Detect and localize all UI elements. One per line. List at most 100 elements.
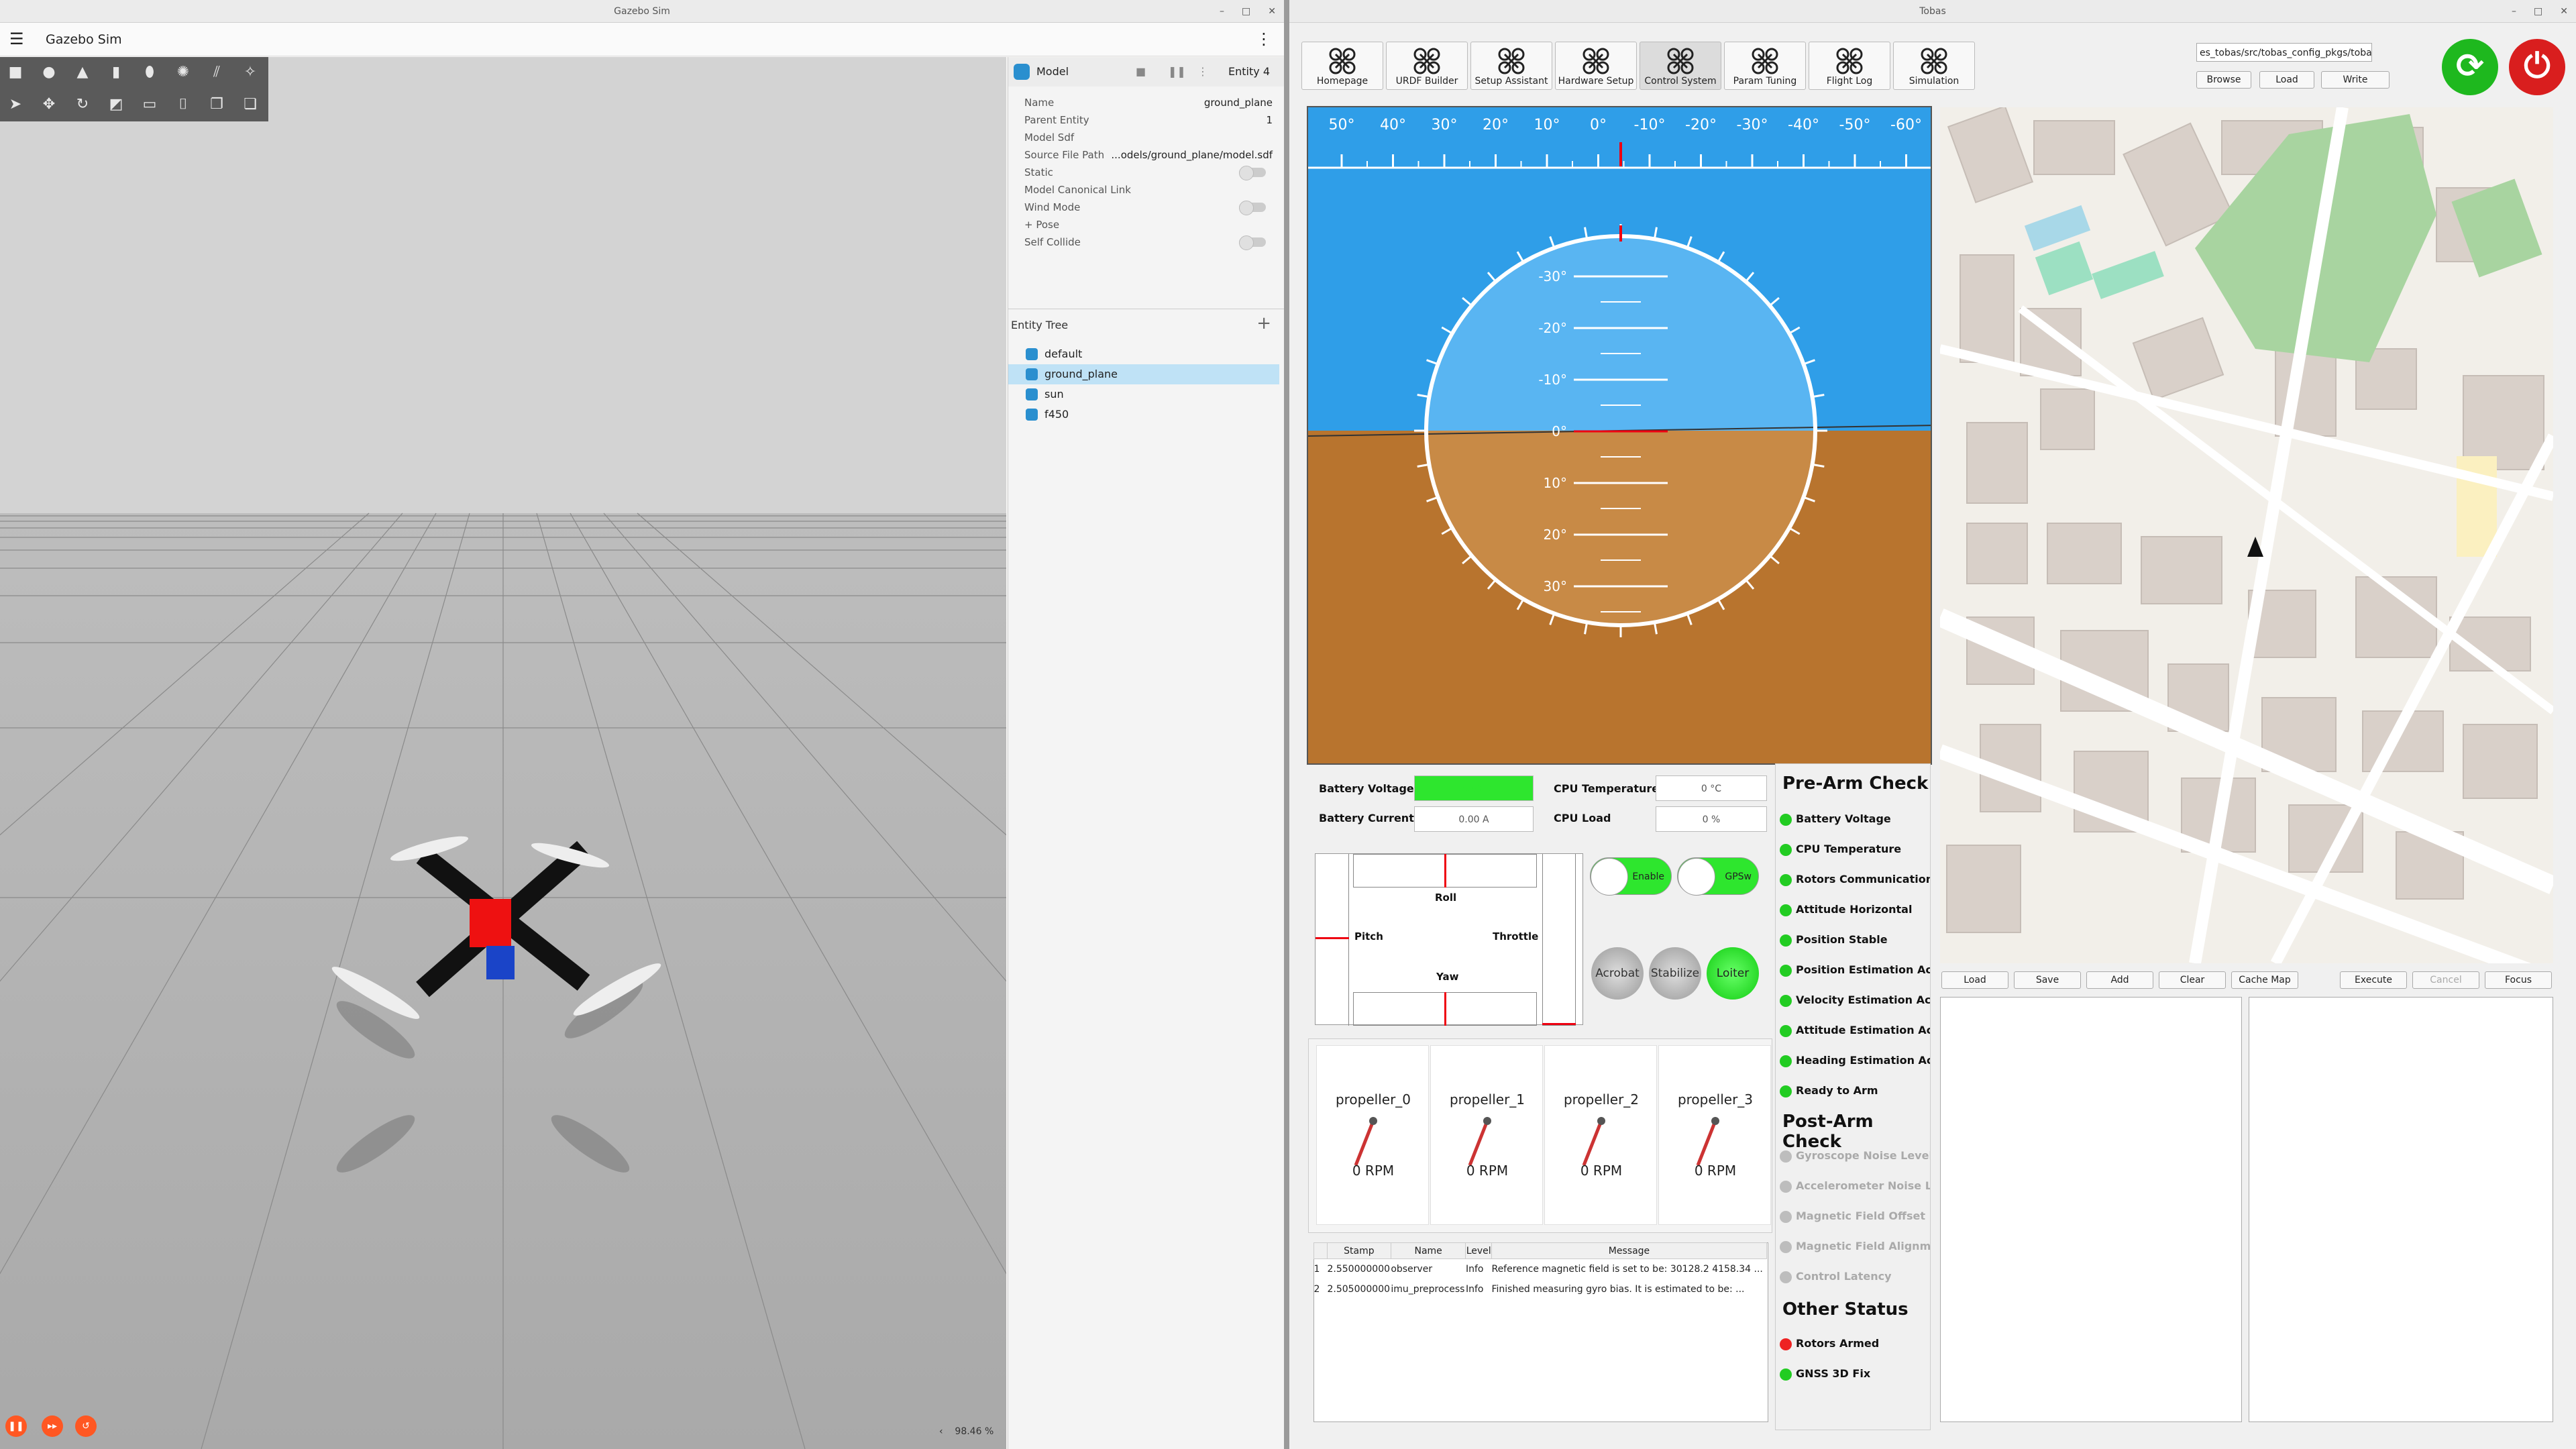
tab-flight-log[interactable]: Flight Log <box>1809 42 1890 90</box>
table-row[interactable]: 2 2.505000000 imu_preprocess Info Finished m… <box>1314 1279 1767 1299</box>
log-header[interactable]: Message <box>1491 1242 1768 1259</box>
tab-param-tuning[interactable]: Param Tuning <box>1724 42 1806 90</box>
drone-model[interactable] <box>328 832 665 1025</box>
pause-inspector-icon[interactable]: ❚❚ <box>1168 65 1186 78</box>
propeller-name: propeller_1 <box>1449 1091 1525 1108</box>
status-check-item: Magnetic Field Offset <box>1776 1204 1930 1228</box>
entity-tree-item[interactable]: f450 <box>1008 405 1279 425</box>
shutdown-power-icon[interactable]: ⏻ <box>2509 39 2565 95</box>
mode-acrobat[interactable]: Acrobat <box>1591 947 1644 1000</box>
map-clear-button[interactable]: Clear <box>2159 971 2226 989</box>
inspector-toggle[interactable] <box>1239 166 1266 180</box>
table-row[interactable]: 1 2.550000000 observer Info Reference magnet… <box>1314 1259 1767 1279</box>
window-splitter[interactable] <box>1284 0 1289 1449</box>
heading-label: -10° <box>1633 117 1666 133</box>
waypoint-list[interactable] <box>1940 997 2242 1422</box>
enable-toggle-label: Enable <box>1632 871 1664 882</box>
rotate-icon[interactable]: ↻ <box>74 96 91 113</box>
mode-stabilize[interactable]: Stabilize <box>1649 947 1701 1000</box>
pause-icon[interactable]: ❚❚ <box>5 1415 27 1437</box>
close-icon[interactable]: ✕ <box>1268 0 1276 23</box>
step-icon[interactable]: ▸▸ <box>42 1415 63 1437</box>
cylinder-icon[interactable]: ▮ <box>107 64 125 81</box>
minimize-icon[interactable]: – <box>1220 0 1224 23</box>
add-entity-icon[interactable]: + <box>1256 313 1271 333</box>
enable-toggle[interactable]: Enable <box>1590 857 1672 896</box>
hamburger-menu-icon[interactable]: ☰ <box>9 31 24 47</box>
rtf-arrow[interactable]: ‹ <box>939 1426 943 1437</box>
gpsw-toggle[interactable]: GPSw <box>1677 857 1759 896</box>
status-check-item: Ready to Arm <box>1776 1079 1930 1103</box>
tab-homepage[interactable]: Homepage <box>1301 42 1383 90</box>
view-angle-icon[interactable]: ▭ <box>141 96 158 113</box>
3d-scene-view[interactable]: ■ ● ▲ ▮ ⬮ ✺ ⫽ ✧ ➤ ✥ ↻ ◩ ▭ ⌷ ❐ ❏ ❚❚ ▸▸ ↺ … <box>0 57 1006 1449</box>
tab-urdf-builder[interactable]: URDF Builder <box>1386 42 1468 90</box>
maximize-icon[interactable]: □ <box>1242 0 1250 23</box>
sphere-icon[interactable]: ● <box>40 64 58 81</box>
log-cell-msg: Reference magnetic field is set to be: 3… <box>1491 1263 1763 1275</box>
log-header[interactable]: Level <box>1465 1242 1492 1259</box>
inspector-prop-label: Model Canonical Link <box>1024 184 1131 196</box>
screenshot-icon[interactable]: ⌷ <box>174 96 192 113</box>
inspector-toggle[interactable] <box>1239 201 1266 215</box>
log-cell-level: Info <box>1465 1283 1484 1295</box>
box-icon[interactable]: ■ <box>7 64 24 81</box>
spot-light-icon[interactable]: ✧ <box>241 64 259 81</box>
map-cancel-button[interactable]: Cancel <box>2412 971 2479 989</box>
directional-light-icon[interactable]: ⫽ <box>208 64 225 81</box>
map-load-button[interactable]: Load <box>1941 971 2008 989</box>
capsule-icon[interactable]: ⬮ <box>141 64 158 81</box>
entity-tree-item[interactable]: ground_plane <box>1008 364 1279 384</box>
roll-label: Roll <box>1435 892 1457 904</box>
browse-button[interactable]: Browse <box>2196 71 2251 89</box>
map-focus-button[interactable]: Focus <box>2485 971 2552 989</box>
model-icon <box>1026 348 1038 360</box>
log-cell-name: imu_preprocess <box>1391 1283 1465 1295</box>
tab-control-system[interactable]: Control System <box>1640 42 1721 90</box>
cone-icon[interactable]: ▲ <box>74 64 91 81</box>
status-check-item: Attitude Horizontal <box>1776 898 1930 922</box>
load-button[interactable]: Load <box>2259 71 2314 89</box>
maximize-icon[interactable]: □ <box>2534 0 2542 23</box>
sync-icon[interactable]: ⋮ <box>1197 65 1208 78</box>
map-add-button[interactable]: Add <box>2086 971 2153 989</box>
close-icon[interactable]: ✕ <box>2560 0 2568 23</box>
status-dot-icon <box>1780 1025 1792 1037</box>
restart-power-icon[interactable]: ⟳ <box>2442 39 2498 95</box>
point-light-icon[interactable]: ✺ <box>174 64 192 81</box>
status-dot-icon <box>1780 1368 1792 1381</box>
copy-icon[interactable]: ❐ <box>208 96 225 113</box>
minimize-icon[interactable]: – <box>2512 0 2516 23</box>
more-options-icon[interactable]: ⋮ <box>1256 30 1272 48</box>
paste-icon[interactable]: ❏ <box>241 96 259 113</box>
lock-icon[interactable]: ■ <box>1136 65 1146 78</box>
config-path-input[interactable]: es_tobas/src/tobas_config_pkgs/tobas_f45… <box>2196 43 2372 62</box>
translate-icon[interactable]: ✥ <box>40 96 58 113</box>
snap-icon[interactable]: ◩ <box>107 96 125 113</box>
log-table: Stamp Name Level Message 1 2.550000000 observ… <box>1313 1242 1768 1299</box>
heading-label: 0° <box>1590 117 1607 133</box>
select-icon[interactable]: ➤ <box>7 96 24 113</box>
reset-icon[interactable]: ↺ <box>75 1415 97 1437</box>
pitch-label: 20° <box>1543 527 1567 543</box>
inspector-prop-row: Name ground_plane <box>1024 94 1273 111</box>
map-execute-button[interactable]: Execute <box>2340 971 2407 989</box>
entity-tree-item[interactable]: sun <box>1008 384 1279 405</box>
map-save-button[interactable]: Save <box>2014 971 2081 989</box>
map-cache-map-button[interactable]: Cache Map <box>2231 971 2298 989</box>
gazebo-header: ☰ Gazebo Sim ⋮ <box>0 23 1284 56</box>
status-check-label: Accelerometer Noise Level <box>1796 1179 1930 1192</box>
tab-setup-assistant[interactable]: Setup Assistant <box>1470 42 1552 90</box>
inspector-toggle[interactable] <box>1239 235 1266 250</box>
tab-hardware-setup[interactable]: Hardware Setup <box>1555 42 1637 90</box>
inspector-prop-row: Static <box>1024 164 1273 181</box>
log-header[interactable]: Name <box>1390 1242 1466 1259</box>
entity-tree-item[interactable]: default <box>1008 344 1279 364</box>
tab-simulation[interactable]: Simulation <box>1893 42 1975 90</box>
log-header[interactable]: Stamp <box>1327 1242 1391 1259</box>
map-view[interactable] <box>1940 107 2553 963</box>
write-button[interactable]: Write <box>2321 71 2390 89</box>
status-check-item: Attitude Estimation Accuracy <box>1776 1018 1930 1042</box>
mode-loiter[interactable]: Loiter <box>1707 947 1759 1000</box>
waypoint-detail[interactable] <box>2249 997 2553 1422</box>
